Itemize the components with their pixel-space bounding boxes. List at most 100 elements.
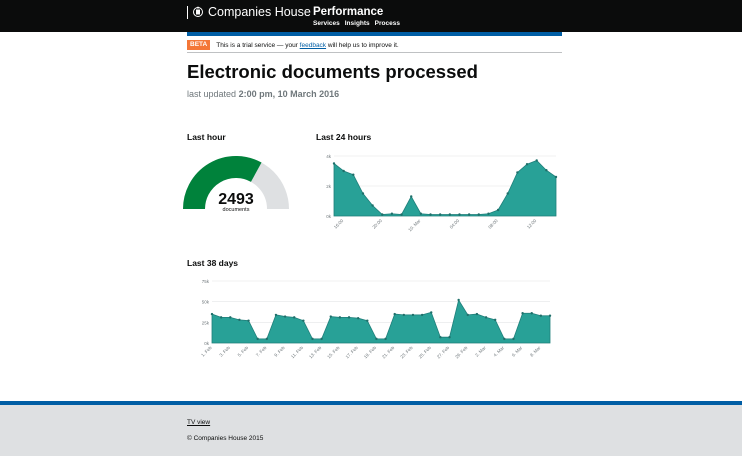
last-updated: last updated 2:00 pm, 10 March 2016 [187, 88, 339, 100]
x-tick-label: 8. Mar [529, 345, 542, 358]
x-tick-label: 16:00 [333, 218, 345, 230]
data-point [487, 212, 490, 215]
data-point [439, 336, 442, 339]
beta-text-after: will help us to improve it. [327, 41, 399, 49]
y-tick-label: 2k [326, 184, 332, 189]
footer [0, 405, 742, 456]
data-point [466, 313, 469, 317]
data-point [256, 337, 259, 341]
data-point [448, 213, 452, 216]
nav-insights[interactable]: Insights [345, 20, 370, 28]
x-tick-label: 11. Feb [290, 345, 304, 359]
x-tick-label: 21. Feb [381, 345, 396, 360]
x-tick-label: 19. Feb [363, 345, 378, 360]
data-point [375, 337, 378, 341]
data-point [210, 312, 214, 316]
main-nav: Services Insights Process [313, 20, 400, 28]
last-hour-unit: documents [222, 207, 250, 213]
data-point [247, 319, 250, 322]
y-tick-label: 25k [202, 320, 210, 325]
beta-banner: BETA This is a trial service — your feed… [187, 40, 399, 50]
x-tick-label: 15. Feb [326, 345, 341, 360]
last-24-hours-heading: Last 24 hours [316, 132, 372, 142]
data-point [539, 314, 543, 317]
data-point [535, 159, 538, 162]
x-tick-label: 5. Feb [237, 345, 250, 358]
data-point [384, 337, 387, 341]
data-point [400, 213, 403, 216]
x-tick-label: 25. Feb [418, 345, 433, 360]
brand-name: Companies House [208, 5, 311, 19]
y-tick-label: 4k [326, 154, 332, 159]
brand-logo[interactable]: Companies House [187, 5, 311, 19]
data-point [390, 212, 394, 215]
last-updated-prefix: last updated [187, 89, 237, 99]
x-tick-label: 6. Mar [511, 345, 524, 358]
data-point [420, 313, 424, 317]
last-38-days-chart: 75k50k25k0k1. Feb 3. Feb 5. Feb 7. Feb 9. Fe… [200, 279, 552, 360]
data-point [393, 312, 396, 316]
data-point [402, 313, 406, 317]
data-point [229, 316, 232, 319]
nav-services[interactable]: Services [313, 20, 340, 28]
data-point [371, 204, 374, 207]
data-point [302, 319, 305, 322]
data-point [381, 213, 384, 216]
data-point [467, 213, 471, 216]
product-title[interactable]: Performance [313, 5, 383, 19]
nav-process[interactable]: Process [375, 20, 400, 28]
data-point [410, 195, 413, 198]
data-point [320, 337, 323, 341]
area-series [211, 298, 551, 344]
area-series [333, 160, 557, 217]
x-tick-label: 23. Feb [399, 345, 414, 360]
data-point [430, 311, 433, 314]
data-point [311, 337, 314, 341]
data-point [521, 312, 524, 315]
last-hour-heading: Last hour [187, 132, 226, 142]
data-point [265, 337, 269, 341]
data-point [438, 213, 442, 216]
feedback-link[interactable]: feedback [300, 42, 326, 49]
y-tick-label: 75k [202, 279, 210, 284]
data-point [293, 316, 296, 319]
data-point [347, 316, 351, 319]
data-point [329, 315, 332, 318]
data-point [512, 337, 515, 341]
data-point [477, 213, 480, 216]
copyright: © Companies House 2015 [187, 435, 264, 442]
data-point [419, 212, 423, 215]
data-point [530, 312, 533, 315]
last-updated-value: 2:00 pm, 10 March 2016 [238, 89, 340, 99]
data-point [219, 316, 223, 319]
y-tick-label: 0k [326, 214, 332, 219]
y-tick-label: 50k [202, 300, 210, 305]
x-tick-label: 29. Feb [454, 345, 469, 360]
x-tick-label: 13. Feb [308, 345, 323, 360]
beta-tag: BETA [187, 40, 211, 50]
page-title: Electronic documents processed [187, 61, 478, 82]
x-tick-label: 3. Feb [218, 345, 231, 358]
data-point [338, 316, 342, 319]
data-point [448, 336, 451, 339]
beta-text-before: This is a trial service — your [216, 41, 298, 49]
last-24-hours-chart: 4k 2k 0k16:00 20:00 10. Mar 04:00 08:00 12:00 [326, 154, 558, 233]
logo-divider [187, 5, 188, 19]
x-tick-label: 7. Feb [255, 345, 268, 358]
data-point [475, 312, 479, 316]
x-tick-label: 04:00 [449, 218, 461, 230]
x-tick-label: 10. Mar [407, 218, 422, 233]
tv-view-link[interactable]: TV view [187, 419, 210, 427]
data-point [506, 192, 509, 195]
x-tick-label: 1. Feb [200, 345, 213, 358]
data-point [554, 175, 558, 179]
x-tick-label: 12:00 [526, 218, 538, 230]
crest-icon [193, 6, 203, 17]
data-point [342, 169, 345, 173]
data-point [352, 173, 355, 176]
divider [187, 52, 562, 53]
x-tick-label: 20:00 [371, 218, 383, 230]
data-point [545, 169, 548, 172]
data-point [503, 337, 506, 341]
header-accent-line [187, 32, 562, 36]
